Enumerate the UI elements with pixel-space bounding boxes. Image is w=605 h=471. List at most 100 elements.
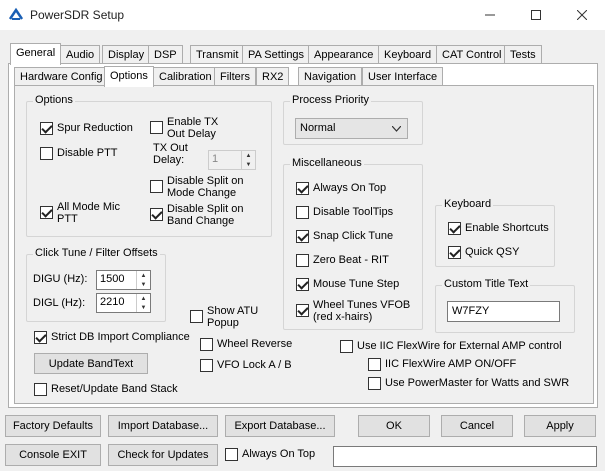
spin-up-icon[interactable]: ▲	[242, 151, 255, 160]
custom-title-input[interactable]: W7FZY	[447, 301, 560, 322]
tab-rx2[interactable]: RX2	[256, 67, 290, 86]
bottom-always-on-top-checkbox[interactable]: Always On Top	[225, 448, 315, 461]
spinner-arrows[interactable]: ▲ ▼	[136, 271, 150, 289]
all-mode-mic-ptt-checkbox[interactable]: All Mode Mic PTT	[40, 201, 140, 225]
tab-navigation[interactable]: Navigation	[298, 67, 362, 86]
tx-out-delay-spinner[interactable]: 1 ▲ ▼	[208, 150, 256, 170]
reset-band-stack-checkbox[interactable]: Reset/Update Band Stack	[34, 383, 178, 396]
console-exit-button[interactable]: Console EXIT	[5, 444, 101, 466]
checkbox-box	[368, 377, 381, 390]
app-icon	[8, 7, 24, 20]
top-tab-bar: General Audio Display DSP Transmit PA Se…	[0, 43, 605, 65]
tab-transmit[interactable]: Transmit	[190, 45, 245, 65]
checkbox-box	[150, 208, 163, 221]
checkbox-label: Disable ToolTips	[313, 206, 394, 218]
digu-label: DIGU (Hz):	[33, 273, 88, 285]
spinner-arrows[interactable]: ▲ ▼	[241, 151, 255, 169]
vfo-lock-checkbox[interactable]: VFO Lock A / B	[200, 359, 292, 372]
checkbox-box	[40, 122, 53, 135]
digu-spinner[interactable]: 1500 ▲ ▼	[96, 270, 151, 290]
spin-down-icon[interactable]: ▼	[137, 280, 150, 289]
tab-pa-settings[interactable]: PA Settings	[242, 45, 311, 65]
ok-button[interactable]: OK	[358, 415, 430, 437]
tab-calibration[interactable]: Calibration	[153, 67, 218, 86]
check-for-updates-button[interactable]: Check for Updates	[108, 444, 218, 466]
zero-beat-checkbox[interactable]: Zero Beat - RIT	[296, 254, 389, 267]
checkbox-box	[150, 121, 163, 134]
status-text-field[interactable]	[333, 446, 597, 467]
spinner-value: 1	[212, 153, 219, 165]
select-value: Normal	[300, 122, 336, 134]
checkbox-label: Spur Reduction	[57, 122, 133, 134]
strict-db-import-checkbox[interactable]: Strict DB Import Compliance	[34, 331, 190, 344]
enable-tx-out-delay-checkbox[interactable]: Enable TX Out Delay	[150, 116, 230, 140]
tab-cat-control[interactable]: CAT Control	[436, 45, 508, 65]
use-powermaster-checkbox[interactable]: Use PowerMaster for Watts and SWR	[368, 377, 569, 390]
title-bar: PowerSDR Setup	[0, 0, 605, 30]
update-bandtext-button[interactable]: Update BandText	[34, 353, 148, 374]
disable-tooltips-checkbox[interactable]: Disable ToolTips	[296, 206, 393, 219]
tab-tests[interactable]: Tests	[504, 45, 542, 65]
spin-down-icon[interactable]: ▼	[137, 303, 150, 312]
checkbox-label: Enable Shortcuts	[465, 222, 549, 234]
spin-up-icon[interactable]: ▲	[137, 294, 150, 303]
always-on-top-checkbox[interactable]: Always On Top	[296, 182, 386, 195]
close-icon	[577, 10, 587, 20]
wheel-tunes-vfob-checkbox[interactable]: Wheel Tunes VFOB (red x-hairs)	[296, 299, 416, 323]
checkbox-box	[296, 278, 309, 291]
export-database-button[interactable]: Export Database...	[225, 415, 335, 437]
process-priority-select[interactable]: Normal	[295, 118, 408, 139]
cancel-button[interactable]: Cancel	[441, 415, 513, 437]
checkbox-label: Reset/Update Band Stack	[51, 383, 178, 395]
quick-qsy-checkbox[interactable]: Quick QSY	[448, 246, 519, 259]
tab-keyboard[interactable]: Keyboard	[378, 45, 438, 65]
wheel-reverse-checkbox[interactable]: Wheel Reverse	[200, 338, 292, 351]
misc-group-title: Miscellaneous	[290, 157, 364, 169]
checkbox-label: Snap Click Tune	[313, 230, 394, 242]
checkbox-label: Mouse Tune Step	[313, 278, 400, 290]
snap-click-tune-checkbox[interactable]: Snap Click Tune	[296, 230, 393, 243]
disable-split-mode-checkbox[interactable]: Disable Split on Mode Change	[150, 175, 260, 199]
checkbox-box	[200, 338, 213, 351]
checkbox-label: Disable PTT	[57, 147, 118, 159]
mouse-tune-step-checkbox[interactable]: Mouse Tune Step	[296, 278, 399, 291]
disable-split-band-checkbox[interactable]: Disable Split on Band Change	[150, 203, 260, 227]
tab-audio[interactable]: Audio	[60, 45, 101, 65]
spur-reduction-checkbox[interactable]: Spur Reduction	[40, 122, 133, 135]
tab-filters[interactable]: Filters	[214, 67, 256, 86]
minimize-icon	[485, 14, 495, 16]
tab-general[interactable]: General	[10, 43, 62, 65]
close-button[interactable]	[559, 0, 605, 30]
process-priority-title: Process Priority	[290, 94, 372, 106]
digl-spinner[interactable]: 2210 ▲ ▼	[96, 293, 151, 313]
factory-defaults-button[interactable]: Factory Defaults	[5, 415, 101, 437]
tab-appearance[interactable]: Appearance	[308, 45, 380, 65]
spinner-arrows[interactable]: ▲ ▼	[136, 294, 150, 312]
spinner-value: 1500	[100, 273, 125, 285]
checkbox-box	[296, 182, 309, 195]
enable-shortcuts-checkbox[interactable]: Enable Shortcuts	[448, 222, 549, 235]
checkbox-box	[448, 246, 461, 259]
spin-up-icon[interactable]: ▲	[137, 271, 150, 280]
checkbox-box	[296, 206, 309, 219]
tab-display[interactable]: Display	[102, 45, 151, 65]
tab-hardware-config[interactable]: Hardware Config	[14, 67, 109, 86]
use-iic-flexwire-checkbox[interactable]: Use IIC FlexWire for External AMP contro…	[340, 340, 562, 353]
tab-options[interactable]: Options	[104, 66, 154, 87]
show-atu-popup-checkbox[interactable]: Show ATU Popup	[190, 305, 270, 329]
tab-user-interface[interactable]: User Interface	[362, 67, 444, 86]
checkbox-box	[340, 340, 353, 353]
disable-ptt-checkbox[interactable]: Disable PTT	[40, 147, 118, 160]
checkbox-label: Wheel Tunes VFOB (red x-hairs)	[313, 299, 411, 323]
spin-down-icon[interactable]: ▼	[242, 160, 255, 169]
import-database-button[interactable]: Import Database...	[108, 415, 218, 437]
tab-dsp[interactable]: DSP	[148, 45, 183, 65]
apply-button[interactable]: Apply	[524, 415, 596, 437]
maximize-button[interactable]	[513, 0, 559, 30]
checkbox-label: Disable Split on Band Change	[167, 203, 244, 227]
minimize-button[interactable]	[467, 0, 513, 30]
iic-flexwire-amp-checkbox[interactable]: IIC FlexWire AMP ON/OFF	[368, 358, 516, 371]
checkbox-box	[296, 254, 309, 267]
checkbox-label: VFO Lock A / B	[217, 359, 292, 371]
checkbox-label: IIC FlexWire AMP ON/OFF	[385, 358, 517, 370]
